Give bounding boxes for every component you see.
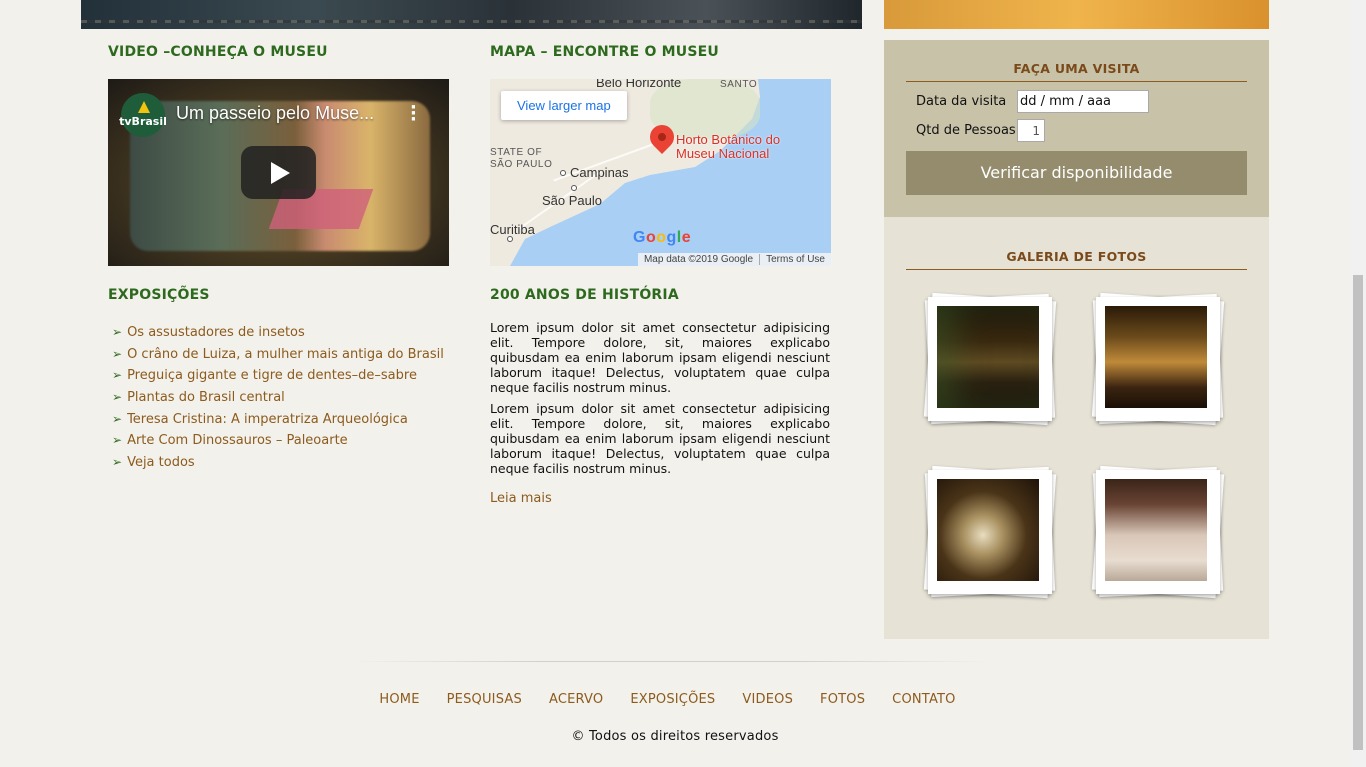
terms-of-use-link[interactable]: Terms of Use bbox=[766, 254, 825, 265]
history-section-title: 200 ANOS DE HISTÓRIA bbox=[490, 287, 679, 303]
map-label-curitiba: Curitiba bbox=[490, 222, 535, 237]
scrollbar-thumb[interactable] bbox=[1353, 275, 1363, 750]
photo-frame bbox=[928, 297, 1052, 421]
gallery-image[interactable] bbox=[1105, 306, 1207, 408]
gallery-photo[interactable] bbox=[923, 292, 1057, 426]
gallery-image[interactable] bbox=[937, 306, 1039, 408]
arrow-bullet-icon: ➢ bbox=[112, 346, 123, 361]
exhibitions-section-title: EXPOSIÇÕES bbox=[108, 287, 210, 303]
video-section-title: VIDEO –CONHEÇA O MUSEU bbox=[108, 44, 328, 60]
footer-link-fotos[interactable]: FOTOS bbox=[820, 692, 865, 707]
arrow-bullet-icon: ➢ bbox=[112, 411, 123, 426]
history-paragraph: Lorem ipsum dolor sit amet consectetur a… bbox=[490, 320, 830, 395]
exhibition-link[interactable]: Preguiça gigante e tigre de dentes–de–sa… bbox=[127, 368, 417, 383]
exhibition-item[interactable]: ➢ Plantas do Brasil central bbox=[112, 387, 444, 409]
arrow-bullet-icon: ➢ bbox=[112, 325, 123, 339]
photo-frame bbox=[1096, 470, 1220, 594]
photo-frame bbox=[1096, 297, 1220, 421]
footer-divider bbox=[350, 661, 990, 662]
copyright-text: © Todos os direitos reservados bbox=[571, 729, 779, 744]
more-options-icon[interactable]: · · · bbox=[410, 99, 417, 129]
arrow-bullet-icon: ➢ bbox=[112, 455, 123, 470]
channel-logo[interactable]: tvBrasil bbox=[119, 93, 167, 137]
map-label-sao-paulo: São Paulo bbox=[542, 193, 602, 208]
gallery-image[interactable] bbox=[1105, 479, 1207, 581]
sidebar-banner-image bbox=[884, 0, 1269, 29]
footer-link-contato[interactable]: CONTATO bbox=[892, 692, 955, 707]
play-button[interactable] bbox=[241, 146, 316, 199]
map-city-dot bbox=[560, 170, 566, 176]
exhibition-link[interactable]: Arte Com Dinossauros – Paleoarte bbox=[127, 433, 348, 448]
exhibition-item[interactable]: ➢ Os assustadores de insetos bbox=[112, 322, 444, 344]
exhibition-item[interactable]: ➢ O crâno de Luiza, a mulher mais antiga … bbox=[112, 344, 444, 366]
visit-date-label: Data da visita bbox=[916, 94, 1007, 109]
map-city-dot bbox=[507, 236, 513, 242]
footer-link-exposicoes[interactable]: EXPOSIÇÕES bbox=[630, 692, 715, 707]
map-place-name-line2: Museu Nacional bbox=[676, 146, 770, 161]
exhibition-link[interactable]: Teresa Cristina: A imperatriza Arqueológ… bbox=[127, 412, 408, 427]
exhibition-link[interactable]: Plantas do Brasil central bbox=[127, 390, 285, 405]
embedded-map[interactable]: Belo Horizonte SANTO STATE OF SÃO PAULO … bbox=[490, 79, 831, 266]
footer-link-home[interactable]: HOME bbox=[379, 692, 419, 707]
footer-link-pesquisas[interactable]: PESQUISAS bbox=[447, 692, 522, 707]
gallery-photo[interactable] bbox=[923, 465, 1057, 599]
arrow-bullet-icon: ➢ bbox=[112, 390, 123, 405]
people-quantity-label: Qtd de Pessoas bbox=[916, 123, 1016, 138]
history-text: Lorem ipsum dolor sit amet consectetur a… bbox=[490, 320, 830, 476]
map-data-text: Map data ©2019 Google bbox=[643, 254, 754, 265]
footer-link-videos[interactable]: VIDEOS bbox=[742, 692, 793, 707]
exhibition-link[interactable]: O crâno de Luiza, a mulher mais antiga d… bbox=[127, 347, 444, 362]
exhibition-link[interactable]: Os assustadores de insetos bbox=[127, 325, 305, 340]
map-label-santo: SANTO bbox=[720, 79, 758, 90]
arrow-bullet-icon: ➢ bbox=[112, 368, 123, 383]
map-label-belo-horizonte: Belo Horizonte bbox=[596, 79, 682, 90]
photo-frame bbox=[928, 470, 1052, 594]
view-larger-map-link[interactable]: View larger map bbox=[501, 91, 627, 120]
history-paragraph: Lorem ipsum dolor sit amet consectetur a… bbox=[490, 401, 830, 476]
exhibition-item[interactable]: ➢ Preguiça gigante e tigre de dentes–de–s… bbox=[112, 365, 444, 387]
read-more-link[interactable]: Leia mais bbox=[490, 491, 552, 506]
exhibition-item[interactable]: ➢ Veja todos bbox=[112, 452, 444, 474]
exhibitions-list: ➢ Os assustadores de insetos ➢ O crâno de … bbox=[112, 322, 444, 474]
gallery-photo[interactable] bbox=[1091, 465, 1225, 599]
arrow-bullet-icon: ➢ bbox=[112, 433, 123, 448]
map-label-sao-paulo-state: SÃO PAULO bbox=[490, 159, 553, 170]
exhibition-item[interactable]: ➢ Teresa Cristina: A imperatriza Arqueoló… bbox=[112, 409, 444, 431]
people-quantity-input[interactable]: 1 bbox=[1017, 119, 1045, 142]
hero-image-strip bbox=[81, 0, 862, 29]
map-attribution: Map data ©2019 Google Terms of Use bbox=[637, 253, 831, 266]
footer-nav: HOME PESQUISAS ACERVO EXPOSIÇÕES VIDEOS … bbox=[0, 692, 1335, 707]
photo-gallery-title: GALERIA DE FOTOS bbox=[906, 249, 1247, 270]
video-title[interactable]: Um passeio pelo Muse... bbox=[176, 103, 374, 124]
map-city-dot bbox=[571, 185, 577, 191]
visit-date-input[interactable]: dd / mm / aaa bbox=[1017, 90, 1149, 113]
visit-form-title: FAÇA UMA VISITA bbox=[906, 61, 1247, 82]
video-player[interactable]: tvBrasil Um passeio pelo Muse... · · · bbox=[108, 79, 449, 266]
divider bbox=[759, 254, 761, 265]
map-label-campinas: Campinas bbox=[570, 165, 629, 180]
gallery-photo[interactable] bbox=[1091, 292, 1225, 426]
map-place-name: Horto Botânico do Museu Nacional bbox=[676, 133, 780, 161]
footer-link-acervo[interactable]: ACERVO bbox=[549, 692, 603, 707]
map-section-title: MAPA – ENCONTRE O MUSEU bbox=[490, 44, 719, 60]
page-scrollbar[interactable] bbox=[1350, 0, 1366, 767]
google-logo: Google bbox=[633, 229, 692, 246]
see-all-link[interactable]: Veja todos bbox=[127, 455, 195, 470]
exhibition-item[interactable]: ➢ Arte Com Dinossauros – Paleoarte bbox=[112, 430, 444, 452]
gallery-image[interactable] bbox=[937, 479, 1039, 581]
map-place-name-line1: Horto Botânico do bbox=[676, 132, 781, 147]
check-availability-button[interactable]: Verificar disponibilidade bbox=[906, 151, 1247, 195]
map-label-state-of: STATE OF bbox=[490, 147, 543, 158]
